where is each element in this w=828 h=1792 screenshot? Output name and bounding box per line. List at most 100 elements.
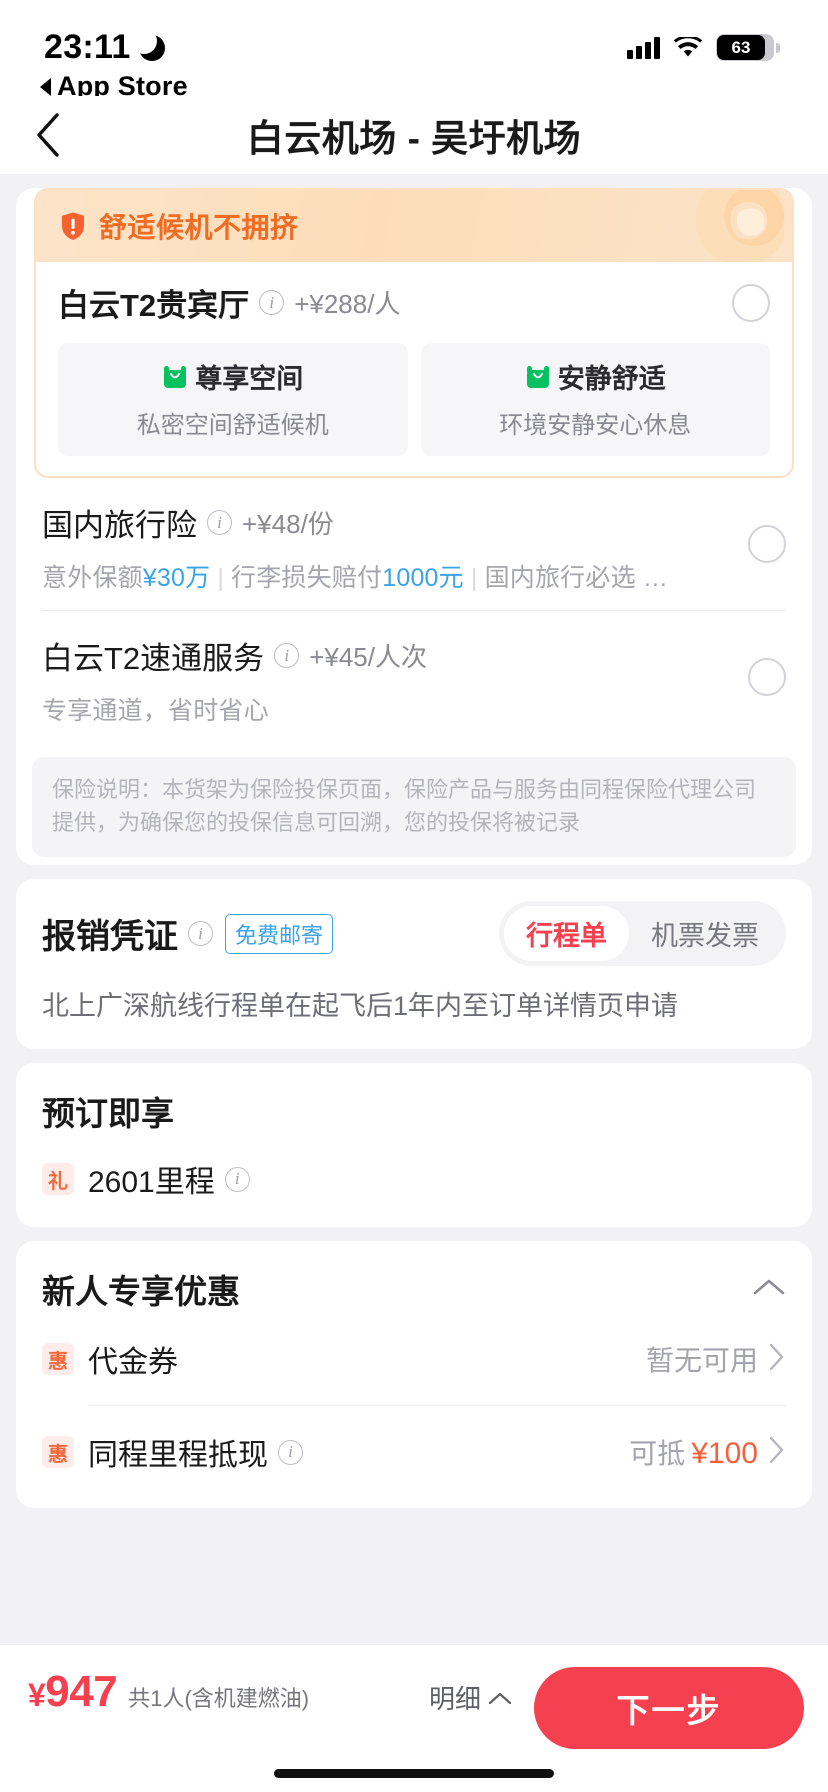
promo-row-mileage[interactable]: 惠 同程里程抵现 i 可抵 ¥100 bbox=[42, 1406, 786, 1498]
lounge-decoration-icon bbox=[654, 190, 788, 262]
lounge-name: 白云T2贵宾厅 bbox=[58, 288, 250, 323]
page-title: 白云机场 - 吴圩机场 bbox=[246, 118, 582, 159]
invoice-header: 报销凭证 i 免费邮寄 行程单 机票发票 bbox=[42, 901, 786, 966]
info-icon[interactable]: i bbox=[278, 1439, 303, 1465]
tab-itinerary[interactable]: 行程单 bbox=[504, 906, 629, 961]
back-button[interactable] bbox=[0, 96, 96, 174]
insurance-radio[interactable] bbox=[748, 525, 786, 563]
new-user-promo-card: 新人专享优惠 惠 代金券 暂无可用 惠 同程里程抵现 i 可抵 ¥100 bbox=[16, 1241, 812, 1508]
tab-ticket-invoice[interactable]: 机票发票 bbox=[629, 906, 781, 961]
promo-value-group: 暂无可用 bbox=[646, 1339, 786, 1379]
ancillary-item-name: 白云T2速通服务 bbox=[42, 641, 265, 676]
chevron-right-icon bbox=[768, 1342, 786, 1377]
total-amount: 947 bbox=[45, 1667, 118, 1716]
battery-level: 63 bbox=[717, 35, 765, 60]
reward-title: 预订即享 bbox=[42, 1095, 174, 1132]
reward-row: 礼 2601里程 i bbox=[42, 1157, 786, 1201]
promo-value: 可抵 ¥100 bbox=[629, 1432, 758, 1472]
lounge-feature-title-row: 安静舒适 bbox=[427, 357, 765, 396]
desc-separator: | bbox=[470, 564, 478, 592]
promo-value: 暂无可用 bbox=[645, 1345, 758, 1376]
lounge-header-row: 白云T2贵宾厅 i +¥288/人 bbox=[58, 280, 770, 325]
promo-label: 代金券 bbox=[88, 1346, 178, 1379]
battery-cap-icon bbox=[776, 42, 780, 53]
info-icon[interactable]: i bbox=[207, 510, 232, 535]
lounge-banner-text: 舒适候机不拥挤 bbox=[99, 212, 299, 243]
promo-title: 新人专享优惠 bbox=[42, 1273, 240, 1310]
ancillary-item-fastpass[interactable]: 白云T2速通服务 i +¥45/人次 专享通道，省时省心 bbox=[16, 611, 812, 743]
chevron-right-icon bbox=[768, 1435, 786, 1470]
price-detail-button[interactable]: 明细 bbox=[429, 1667, 512, 1716]
lounge-banner: 舒适候机不拥挤 bbox=[36, 190, 792, 262]
home-indicator bbox=[274, 1769, 554, 1778]
free-mail-badge: 免费邮寄 bbox=[225, 913, 334, 954]
lounge-feature-desc: 私密空间舒适候机 bbox=[136, 412, 329, 439]
nav-bar: 白云机场 - 吴圩机场 bbox=[0, 96, 828, 174]
status-time-group: 23:11 bbox=[44, 27, 188, 67]
lounge-radio[interactable] bbox=[732, 283, 770, 322]
desc-separator: | bbox=[217, 564, 225, 592]
ancillary-item-header: 白云T2速通服务 i +¥45/人次 bbox=[42, 633, 786, 678]
ancillary-item-desc: 意外保额¥30万 | 行李损失赔付1000元 | 国内旅行必选 … bbox=[42, 558, 786, 594]
lounge-feature: 安静舒适 环境安静安心休息 bbox=[420, 343, 770, 456]
lounge-body: 白云T2贵宾厅 i +¥288/人 尊享空间 私密空间舒适候机 安静舒适 环境安… bbox=[36, 262, 792, 476]
status-bar-left: 23:11 App Store bbox=[40, 27, 188, 102]
scroll-content[interactable]: 舒适候机不拥挤 白云T2贵宾厅 i +¥288/人 尊享空间 私密空间舒适候机 … bbox=[0, 174, 828, 1644]
desc-part-highlight: 1000元 bbox=[382, 564, 464, 592]
desc-part: 意外保额 bbox=[42, 564, 143, 592]
lounge-feature-title: 安静舒适 bbox=[557, 364, 666, 394]
gift-badge: 礼 bbox=[42, 1163, 74, 1195]
desc-part: 行李损失赔付 bbox=[231, 564, 383, 592]
discount-badge: 惠 bbox=[42, 1436, 74, 1468]
promo-label: 同程里程抵现 bbox=[88, 1439, 268, 1472]
ancillary-item-name: 国内旅行险 bbox=[42, 508, 197, 543]
ancillary-item-desc: 专享通道，省时省心 bbox=[42, 697, 269, 725]
ancillary-item-insurance[interactable]: 国内旅行险 i +¥48/份 意外保额¥30万 | 行李损失赔付1000元 | 国内旅行… bbox=[16, 478, 812, 610]
back-triangle-icon bbox=[40, 77, 51, 96]
lounge-feature-list: 尊享空间 私密空间舒适候机 安静舒适 环境安静安心休息 bbox=[58, 343, 770, 456]
promo-header[interactable]: 新人专享优惠 bbox=[42, 1265, 786, 1313]
lounge-price: +¥288/人 bbox=[294, 289, 401, 319]
ancillary-item-header: 国内旅行险 i +¥48/份 bbox=[42, 500, 786, 545]
armchair-icon bbox=[162, 364, 188, 390]
ancillary-item-price: +¥48/份 bbox=[242, 509, 334, 539]
total-price-group: ¥947 共1人(含机建燃油) bbox=[28, 1667, 309, 1717]
wifi-icon bbox=[673, 36, 703, 59]
chevron-up-icon[interactable] bbox=[752, 1277, 786, 1302]
invoice-note: 北上广深航线行程单在起飞后1年内至订单详情页申请 bbox=[42, 991, 679, 1021]
lounge-feature-title: 尊享空间 bbox=[195, 364, 304, 394]
ancillary-item-price: +¥45/人次 bbox=[309, 642, 427, 672]
moon-icon bbox=[130, 27, 165, 61]
lounge-product[interactable]: 舒适候机不拥挤 白云T2贵宾厅 i +¥288/人 尊享空间 私密空间舒适候机 … bbox=[34, 188, 794, 478]
promo-row-voucher[interactable]: 惠 代金券 暂无可用 bbox=[42, 1313, 786, 1405]
info-icon[interactable]: i bbox=[259, 290, 285, 315]
promo-value-amount: ¥100 bbox=[691, 1437, 758, 1470]
currency-symbol: ¥ bbox=[28, 1677, 46, 1713]
info-icon[interactable]: i bbox=[188, 921, 213, 946]
status-time: 23:11 bbox=[44, 28, 131, 66]
battery-indicator: 63 bbox=[716, 34, 780, 61]
passenger-summary: 共1人(含机建燃油) bbox=[128, 1686, 310, 1711]
exclamation-shield-icon bbox=[58, 211, 88, 241]
info-icon[interactable]: i bbox=[224, 1166, 250, 1192]
promo-value-group: 可抵 ¥100 bbox=[629, 1432, 786, 1472]
status-bar-right: 63 bbox=[627, 28, 780, 61]
info-icon[interactable]: i bbox=[274, 643, 300, 668]
status-bar: 23:11 App Store 63 bbox=[0, 0, 828, 101]
promo-value-prefix: 可抵 bbox=[629, 1438, 686, 1469]
total-price: ¥947 bbox=[28, 1667, 118, 1717]
next-step-button[interactable]: 下一步 bbox=[534, 1667, 804, 1749]
booking-reward-card: 预订即享 礼 2601里程 i bbox=[16, 1063, 812, 1227]
fastpass-radio[interactable] bbox=[748, 658, 786, 696]
insurance-disclaimer: 保险说明：本货架为保险投保页面，保险产品与服务由同程保险代理公司提供，为确保您的… bbox=[32, 757, 796, 857]
discount-badge: 惠 bbox=[42, 1343, 74, 1375]
reward-text: 2601里程 bbox=[88, 1166, 215, 1199]
chevron-left-icon bbox=[35, 112, 61, 158]
ancillary-card: 舒适候机不拥挤 白云T2贵宾厅 i +¥288/人 尊享空间 私密空间舒适候机 … bbox=[16, 188, 812, 865]
invoice-tab-group: 行程单 机票发票 bbox=[499, 901, 786, 966]
lounge-feature-desc: 环境安静安心休息 bbox=[499, 412, 692, 439]
desc-part-highlight: ¥30万 bbox=[142, 564, 211, 592]
invoice-card: 报销凭证 i 免费邮寄 行程单 机票发票 北上广深航线行程单在起飞后1年内至订单… bbox=[16, 879, 812, 1049]
desc-part: 国内旅行必选 … bbox=[484, 564, 669, 592]
price-detail-label: 明细 bbox=[428, 1684, 481, 1714]
